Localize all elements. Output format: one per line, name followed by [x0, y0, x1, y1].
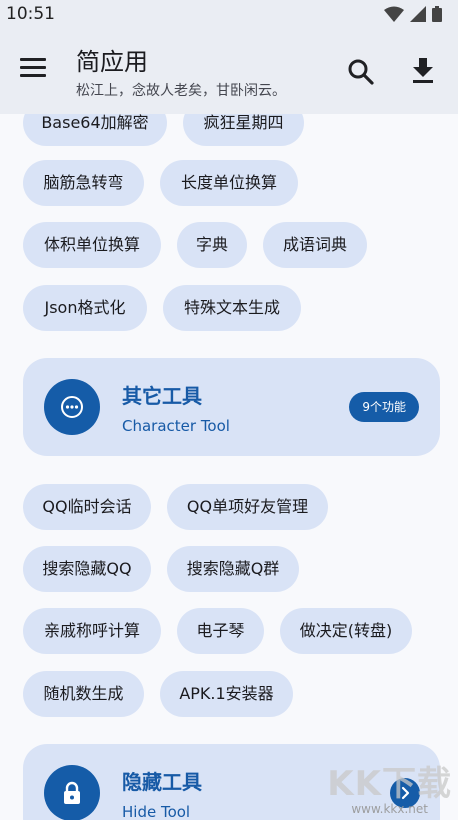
category-icon — [44, 379, 100, 435]
tool-list: Base64加解密 疯狂星期四 脑筋急转弯 长度单位换算 体积单位换算 字典 成… — [0, 114, 458, 820]
tool-chip[interactable]: 电子琴 — [177, 608, 264, 654]
lock-icon — [64, 781, 80, 804]
feature-count-badge: 9个功能 — [349, 392, 419, 422]
category-icon — [44, 765, 100, 820]
tool-chip[interactable]: Base64加解密 — [23, 114, 167, 146]
wifi-icon — [384, 6, 404, 22]
chevron-right-icon — [401, 786, 410, 800]
expand-button[interactable] — [390, 778, 420, 808]
tool-chip[interactable]: 特殊文本生成 — [163, 285, 301, 331]
status-time: 10:51 — [6, 4, 55, 24]
tool-chip[interactable]: 做决定(转盘) — [280, 608, 412, 654]
more-horizontal-icon — [61, 396, 83, 418]
app-title: 简应用 — [76, 48, 148, 76]
menu-icon[interactable] — [20, 58, 46, 78]
tool-chip[interactable]: 体积单位换算 — [23, 222, 161, 268]
category-card-other[interactable]: 其它工具 Character Tool 9个功能 — [23, 358, 440, 456]
category-card-hide[interactable]: 隐藏工具 Hide Tool — [23, 744, 440, 820]
tool-chip[interactable]: 成语词典 — [263, 222, 367, 268]
tool-chip[interactable]: 脑筋急转弯 — [23, 160, 144, 206]
tool-chip[interactable]: 疯狂星期四 — [183, 114, 304, 146]
tool-chip[interactable]: 亲戚称呼计算 — [23, 608, 161, 654]
status-bar: 10:51 — [0, 0, 458, 30]
tool-chip[interactable]: 字典 — [177, 222, 247, 268]
download-icon[interactable] — [410, 56, 436, 84]
tool-chip[interactable]: QQ单项好友管理 — [167, 484, 328, 530]
category-subtitle: Character Tool — [122, 417, 230, 435]
tool-chip[interactable]: APK.1安装器 — [160, 671, 293, 717]
app-bar: 简应用 松江上，念故人老矣，甘卧闲云。 — [0, 30, 458, 114]
battery-icon — [432, 6, 442, 22]
tool-chip[interactable]: 长度单位换算 — [160, 160, 298, 206]
app-subtitle: 松江上，念故人老矣，甘卧闲云。 — [76, 83, 286, 99]
search-icon[interactable] — [347, 58, 375, 86]
category-subtitle: Hide Tool — [122, 803, 191, 820]
system-icons — [384, 6, 442, 22]
tool-chip[interactable]: 搜索隐藏Q群 — [167, 546, 299, 592]
tool-chip[interactable]: 随机数生成 — [23, 671, 144, 717]
signal-icon — [410, 6, 426, 22]
tool-chip[interactable]: QQ临时会话 — [23, 484, 151, 530]
category-name: 其它工具 — [122, 384, 202, 408]
tool-chip[interactable]: Json格式化 — [23, 285, 147, 331]
category-name: 隐藏工具 — [122, 770, 202, 794]
tool-chip[interactable]: 搜索隐藏QQ — [23, 546, 151, 592]
